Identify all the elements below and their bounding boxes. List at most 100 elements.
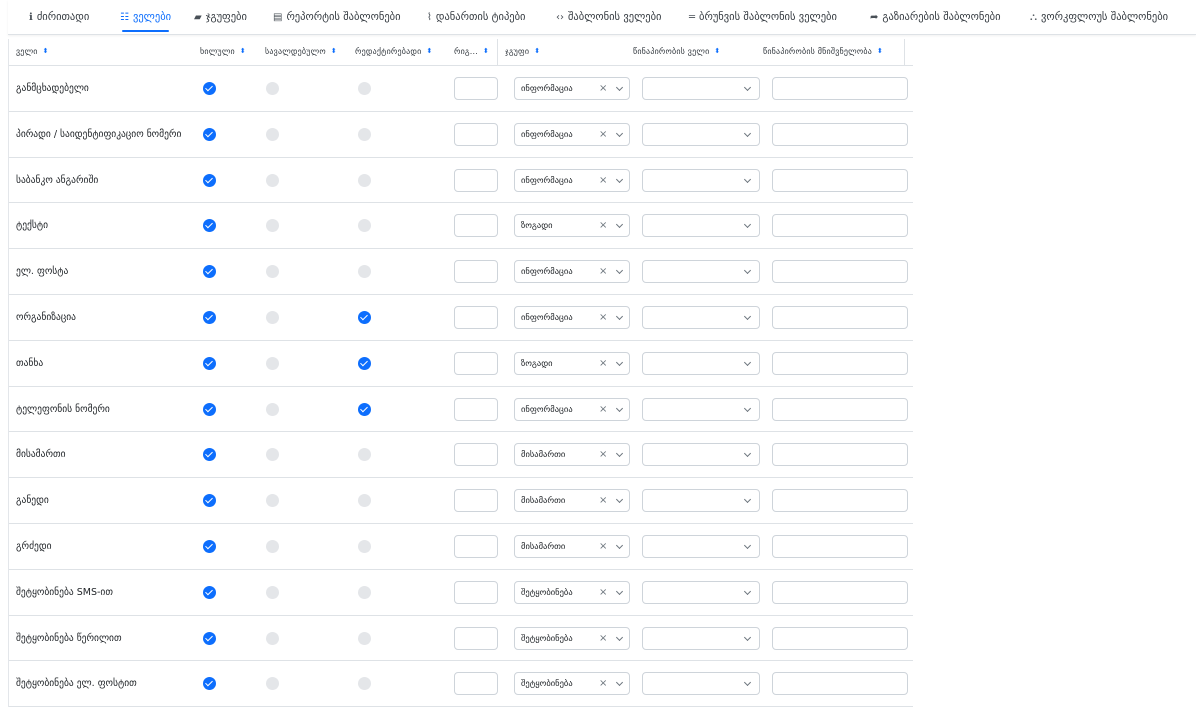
visible-checkbox[interactable]	[203, 310, 216, 324]
condition-field-select[interactable]	[642, 534, 760, 558]
required-checkbox[interactable]	[266, 173, 279, 187]
condition-value-input[interactable]	[772, 397, 908, 421]
editable-checkbox[interactable]	[358, 585, 371, 599]
group-select[interactable]: ზოგადი ×	[514, 214, 630, 238]
tab-attachment-types[interactable]: ⌇ დანართის ტიპები	[427, 0, 526, 35]
order-input[interactable]	[454, 168, 498, 192]
chevron-down-icon[interactable]	[743, 450, 752, 458]
chevron-down-icon[interactable]	[743, 541, 752, 550]
clear-icon[interactable]: ×	[599, 261, 607, 283]
order-input[interactable]	[454, 672, 498, 696]
visible-checkbox[interactable]	[203, 173, 216, 187]
editable-checkbox[interactable]	[358, 219, 371, 233]
condition-field-select[interactable]	[642, 168, 760, 192]
clear-icon[interactable]: ×	[599, 490, 607, 512]
condition-field-select[interactable]	[642, 443, 760, 467]
column-header-visible[interactable]: ხილული ⬍	[200, 39, 246, 66]
condition-field-select[interactable]	[642, 351, 760, 375]
visible-checkbox[interactable]	[203, 219, 216, 233]
required-checkbox[interactable]	[266, 539, 279, 553]
editable-checkbox[interactable]	[358, 494, 371, 508]
tab-template-fields[interactable]: ‹› შაბლონის ველები	[556, 0, 661, 35]
clear-icon[interactable]: ×	[599, 628, 607, 650]
sort-icon[interactable]: ⬍	[331, 48, 337, 55]
clear-icon[interactable]: ×	[599, 536, 607, 558]
tab-general[interactable]: ℹ ძირითადი	[29, 0, 89, 35]
column-header-field[interactable]: ველი ⬍	[16, 39, 49, 66]
visible-checkbox[interactable]	[203, 631, 216, 645]
chevron-down-icon[interactable]	[615, 312, 624, 321]
group-select[interactable]: შეტყობინება ×	[514, 580, 630, 604]
chevron-down-icon[interactable]	[743, 221, 752, 229]
order-input[interactable]	[454, 580, 498, 604]
visible-checkbox[interactable]	[203, 402, 216, 416]
tab-share-templates[interactable]: ➦ გაზიარების შაბლონები	[870, 0, 1001, 35]
chevron-down-icon[interactable]	[743, 312, 752, 321]
chevron-down-icon[interactable]	[743, 587, 752, 595]
condition-field-select[interactable]	[642, 122, 760, 146]
chevron-down-icon[interactable]	[615, 450, 624, 458]
chevron-down-icon[interactable]	[615, 221, 624, 229]
required-checkbox[interactable]	[266, 494, 279, 508]
condition-field-select[interactable]	[642, 214, 760, 238]
editable-checkbox[interactable]	[358, 631, 371, 645]
clear-icon[interactable]: ×	[599, 353, 607, 375]
chevron-down-icon[interactable]	[743, 83, 752, 92]
order-input[interactable]	[454, 305, 498, 329]
required-checkbox[interactable]	[266, 219, 279, 233]
chevron-down-icon[interactable]	[743, 404, 752, 412]
condition-field-select[interactable]	[642, 397, 760, 421]
condition-value-input[interactable]	[772, 77, 908, 100]
column-header-group[interactable]: ჯგუფი ⬍	[505, 39, 540, 66]
visible-checkbox[interactable]	[203, 448, 216, 462]
condition-field-select[interactable]	[642, 626, 760, 650]
visible-checkbox[interactable]	[203, 82, 216, 95]
editable-checkbox[interactable]	[358, 310, 371, 324]
column-header-required[interactable]: სავალდებულო ⬍	[265, 39, 337, 66]
editable-checkbox[interactable]	[358, 173, 371, 187]
condition-field-select[interactable]	[642, 77, 760, 100]
clear-icon[interactable]: ×	[599, 444, 607, 466]
column-divider[interactable]	[904, 39, 905, 66]
required-checkbox[interactable]	[266, 402, 279, 416]
order-input[interactable]	[454, 260, 498, 284]
sort-icon[interactable]: ⬍	[43, 48, 49, 55]
order-input[interactable]	[454, 534, 498, 558]
group-select[interactable]: მისამართი ×	[514, 534, 630, 558]
group-select[interactable]: ინფორმაცია ×	[514, 77, 630, 100]
chevron-down-icon[interactable]	[615, 404, 624, 412]
required-checkbox[interactable]	[266, 585, 279, 599]
chevron-down-icon[interactable]	[615, 633, 624, 641]
editable-checkbox[interactable]	[358, 265, 371, 279]
required-checkbox[interactable]	[266, 356, 279, 370]
required-checkbox[interactable]	[266, 127, 279, 141]
required-checkbox[interactable]	[266, 310, 279, 324]
chevron-down-icon[interactable]	[615, 175, 624, 183]
condition-field-select[interactable]	[642, 489, 760, 513]
condition-value-input[interactable]	[772, 214, 908, 238]
column-header-condition-value[interactable]: წინაპირობის მნიშვნელობა ⬍	[763, 39, 883, 66]
column-header-editable[interactable]: რედაქტირებადი ⬍	[355, 39, 433, 66]
editable-checkbox[interactable]	[358, 677, 371, 691]
visible-checkbox[interactable]	[203, 494, 216, 508]
condition-value-input[interactable]	[772, 534, 908, 558]
group-select[interactable]: ინფორმაცია ×	[514, 260, 630, 284]
clear-icon[interactable]: ×	[599, 307, 607, 329]
visible-checkbox[interactable]	[203, 356, 216, 370]
chevron-down-icon[interactable]	[615, 679, 624, 687]
required-checkbox[interactable]	[266, 631, 279, 645]
clear-icon[interactable]: ×	[599, 673, 607, 695]
order-input[interactable]	[454, 489, 498, 513]
condition-value-input[interactable]	[772, 122, 908, 146]
clear-icon[interactable]: ×	[599, 170, 607, 192]
sort-icon[interactable]: ⬍	[240, 48, 246, 55]
editable-checkbox[interactable]	[358, 448, 371, 462]
editable-checkbox[interactable]	[358, 82, 371, 95]
group-select[interactable]: მისამართი ×	[514, 443, 630, 467]
chevron-down-icon[interactable]	[615, 83, 624, 92]
clear-icon[interactable]: ×	[599, 124, 607, 146]
sort-icon[interactable]: ⬍	[877, 48, 883, 55]
tab-groups[interactable]: ▰ ჯგუფები	[194, 0, 247, 35]
condition-value-input[interactable]	[772, 260, 908, 284]
chevron-down-icon[interactable]	[615, 541, 624, 550]
